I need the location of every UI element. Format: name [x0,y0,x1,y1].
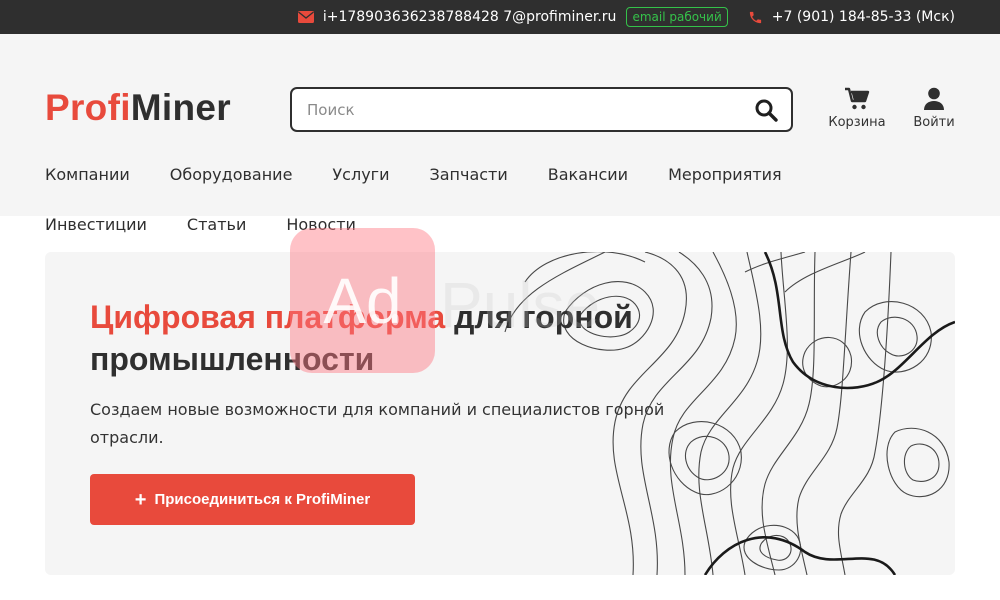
email-address[interactable]: i+178903636238788428 7@profiminer.ru [323,9,617,25]
nav-item-events[interactable]: Мероприятия [668,165,782,184]
nav-item-investments[interactable]: Инвестиции [45,215,147,234]
login-button[interactable]: Войти [908,87,960,130]
nav-item-vacancies[interactable]: Вакансии [548,165,628,184]
logo-part-miner: Miner [130,87,231,128]
cart-button[interactable]: Корзина [826,87,888,130]
nav-item-articles[interactable]: Статьи [187,215,246,234]
hero-subtitle: Создаем новые возможности для компаний и… [90,400,665,447]
phone-contact[interactable]: +7 (901) 184-85-33 (Мск) [748,9,955,25]
search-box [290,87,793,132]
login-label: Войти [913,115,955,130]
join-button[interactable]: + Присоединиться к ProfiMiner [90,474,415,525]
email-status-badge: email рабочий [626,7,728,27]
nav-item-equipment[interactable]: Оборудование [170,165,293,184]
nav-row-1: Компании Оборудование Услуги Запчасти Ва… [45,149,945,199]
main-navigation: Компании Оборудование Услуги Запчасти Ва… [45,149,945,249]
join-button-label: Присоединиться к ProfiMiner [154,491,371,508]
search-button[interactable] [741,89,791,130]
search-icon [755,99,778,122]
hero-title: Цифровая платформа для горной промышленн… [90,296,730,380]
site-header: ProfiMiner Корзина Войти Компании Обор [0,34,1000,234]
hero-banner: Цифровая платформа для горной промышленн… [45,252,955,575]
envelope-icon [297,11,314,23]
cart-icon [845,87,870,110]
email-contact[interactable]: i+178903636238788428 7@profiminer.ru ema… [297,7,728,27]
nav-item-services[interactable]: Услуги [332,165,389,184]
hero-title-accent: Цифровая платформа [90,299,446,335]
cart-label: Корзина [828,115,886,130]
nav-item-spare-parts[interactable]: Запчасти [429,165,507,184]
user-icon [924,87,944,110]
phone-number[interactable]: +7 (901) 184-85-33 (Мск) [772,9,955,25]
nav-item-companies[interactable]: Компании [45,165,130,184]
search-input[interactable] [292,89,741,130]
nav-row-2: Инвестиции Статьи Новости [45,199,945,249]
plus-icon: + [134,488,147,511]
phone-icon [749,11,761,23]
site-logo[interactable]: ProfiMiner [45,86,231,130]
top-contact-bar: i+178903636238788428 7@profiminer.ru ema… [0,0,1000,34]
logo-part-profi: Profi [45,87,131,128]
nav-item-news[interactable]: Новости [286,215,356,234]
